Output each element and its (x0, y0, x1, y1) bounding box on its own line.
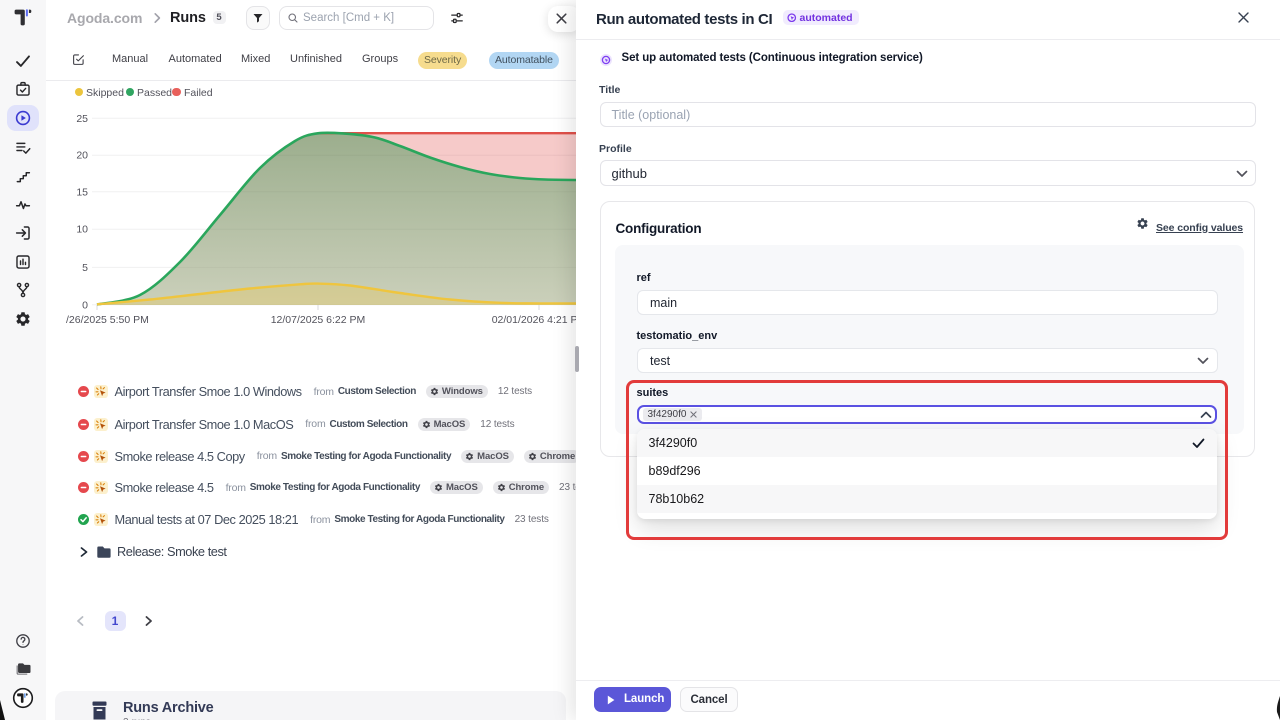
svg-text:0: 0 (82, 299, 88, 311)
svg-text:20: 20 (76, 150, 88, 162)
svg-text:5: 5 (82, 262, 88, 274)
svg-text:02/01/2026 4:21 PM: 02/01/2026 4:21 PM (492, 314, 587, 326)
svg-text:10: 10 (76, 224, 88, 236)
svg-text:25: 25 (76, 113, 88, 125)
svg-text:/26/2025 5:50 PM: /26/2025 5:50 PM (66, 314, 149, 326)
svg-text:12/07/2025 6:22 PM: 12/07/2025 6:22 PM (271, 314, 366, 326)
svg-text:15: 15 (76, 186, 88, 198)
